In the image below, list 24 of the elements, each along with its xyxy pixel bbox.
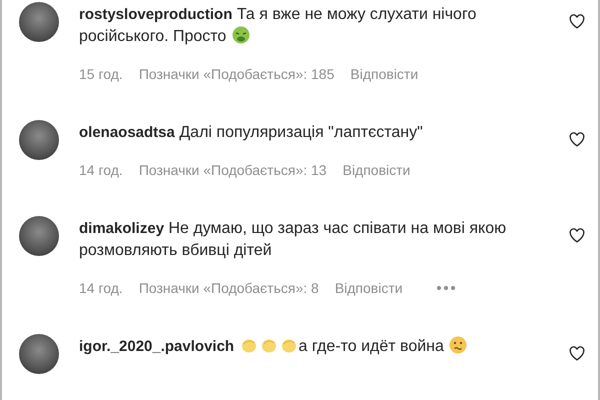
comment-text: olenaosadtsa Далі популяризація "лаптєстану" [79, 123, 424, 143]
reply-link[interactable]: Відповісти [342, 162, 410, 178]
avatar-photo[interactable] [19, 216, 59, 256]
confused-face-icon [449, 336, 468, 354]
heart-icon[interactable] [569, 228, 585, 243]
comment-time: 14 год. [79, 162, 123, 178]
comment-text: rostysloveproduction Та я вже не можу слухати нічого російського. Просто [79, 5, 478, 47]
nauseated-face-icon [232, 26, 250, 44]
more-options-icon[interactable] [436, 286, 455, 290]
heart-icon[interactable] [569, 346, 585, 361]
comment-text: dimakolizey Не думаю, що зараз час співати на мові якою розмовляють вбивці дітей [79, 219, 508, 261]
reply-link[interactable]: Відповісти [334, 280, 403, 296]
comment-text: igor._2020_.pavlovich а где-то идёт война [79, 336, 529, 358]
likes-count[interactable]: Позначки «Подобається»: 8 [138, 280, 319, 296]
likes-count[interactable]: Позначки «Подобається»: 13 [138, 162, 327, 178]
comment-time: 15 год. [79, 66, 123, 82]
likes-count[interactable]: Позначки «Подобається»: 185 [138, 66, 334, 82]
reply-link[interactable]: Відповісти [350, 66, 418, 82]
comment-time: 14 год. [79, 280, 123, 296]
avatar-photo[interactable] [19, 334, 59, 374]
heart-icon[interactable] [569, 14, 585, 29]
avatar-photo[interactable] [19, 120, 59, 160]
heart-icon[interactable] [569, 132, 585, 147]
avatar-photo[interactable] [19, 2, 59, 42]
